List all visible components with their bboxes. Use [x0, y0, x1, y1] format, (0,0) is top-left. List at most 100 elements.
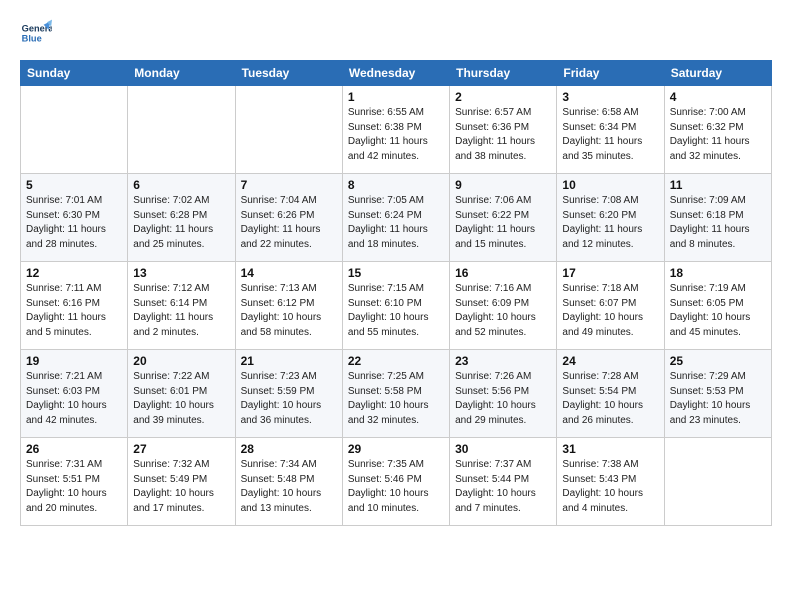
day-number: 30	[455, 442, 551, 456]
day-number: 18	[670, 266, 766, 280]
day-cell: 3 Sunrise: 6:58 AMSunset: 6:34 PMDaylight…	[557, 86, 664, 174]
day-number: 3	[562, 90, 658, 104]
day-number: 24	[562, 354, 658, 368]
day-number: 7	[241, 178, 337, 192]
day-number: 20	[133, 354, 229, 368]
day-info: Sunrise: 7:26 AMSunset: 5:56 PMDaylight:…	[455, 371, 536, 426]
day-info: Sunrise: 7:38 AMSunset: 5:43 PMDaylight:…	[562, 459, 643, 514]
day-number: 8	[348, 178, 444, 192]
day-number: 14	[241, 266, 337, 280]
day-info: Sunrise: 7:22 AMSunset: 6:01 PMDaylight:…	[133, 371, 214, 426]
day-info: Sunrise: 7:25 AMSunset: 5:58 PMDaylight:…	[348, 371, 429, 426]
week-row-2: 5 Sunrise: 7:01 AMSunset: 6:30 PMDaylight…	[21, 174, 772, 262]
day-number: 21	[241, 354, 337, 368]
day-number: 9	[455, 178, 551, 192]
day-number: 19	[26, 354, 122, 368]
day-number: 27	[133, 442, 229, 456]
day-cell: 10 Sunrise: 7:08 AMSunset: 6:20 PMDayligh…	[557, 174, 664, 262]
day-cell: 13 Sunrise: 7:12 AMSunset: 6:14 PMDayligh…	[128, 262, 235, 350]
day-cell: 23 Sunrise: 7:26 AMSunset: 5:56 PMDayligh…	[450, 350, 557, 438]
day-info: Sunrise: 7:06 AMSunset: 6:22 PMDaylight:…	[455, 195, 535, 250]
day-info: Sunrise: 7:29 AMSunset: 5:53 PMDaylight:…	[670, 371, 751, 426]
weekday-header-thursday: Thursday	[450, 61, 557, 86]
day-info: Sunrise: 7:28 AMSunset: 5:54 PMDaylight:…	[562, 371, 643, 426]
day-cell: 22 Sunrise: 7:25 AMSunset: 5:58 PMDayligh…	[342, 350, 449, 438]
day-number: 23	[455, 354, 551, 368]
day-cell: 14 Sunrise: 7:13 AMSunset: 6:12 PMDayligh…	[235, 262, 342, 350]
day-info: Sunrise: 7:21 AMSunset: 6:03 PMDaylight:…	[26, 371, 107, 426]
day-info: Sunrise: 6:55 AMSunset: 6:38 PMDaylight:…	[348, 107, 428, 162]
day-number: 10	[562, 178, 658, 192]
day-info: Sunrise: 6:57 AMSunset: 6:36 PMDaylight:…	[455, 107, 535, 162]
day-info: Sunrise: 7:37 AMSunset: 5:44 PMDaylight:…	[455, 459, 536, 514]
day-cell: 27Sunrise: 7:32 AMSunset: 5:49 PMDayligh…	[128, 438, 235, 526]
day-number: 15	[348, 266, 444, 280]
logo-icon: General Blue	[20, 18, 52, 50]
day-cell: 21 Sunrise: 7:23 AMSunset: 5:59 PMDayligh…	[235, 350, 342, 438]
day-cell: 20 Sunrise: 7:22 AMSunset: 6:01 PMDayligh…	[128, 350, 235, 438]
day-number: 26	[26, 442, 122, 456]
day-number: 12	[26, 266, 122, 280]
weekday-header-sunday: Sunday	[21, 61, 128, 86]
calendar: SundayMondayTuesdayWednesdayThursdayFrid…	[20, 60, 772, 526]
day-info: Sunrise: 7:08 AMSunset: 6:20 PMDaylight:…	[562, 195, 642, 250]
day-cell: 18 Sunrise: 7:19 AMSunset: 6:05 PMDayligh…	[664, 262, 771, 350]
day-cell: 4 Sunrise: 7:00 AMSunset: 6:32 PMDaylight…	[664, 86, 771, 174]
day-info: Sunrise: 7:02 AMSunset: 6:28 PMDaylight:…	[133, 195, 213, 250]
day-info: Sunrise: 7:05 AMSunset: 6:24 PMDaylight:…	[348, 195, 428, 250]
day-info: Sunrise: 7:15 AMSunset: 6:10 PMDaylight:…	[348, 283, 429, 338]
weekday-header-saturday: Saturday	[664, 61, 771, 86]
day-cell: 30 Sunrise: 7:37 AMSunset: 5:44 PMDayligh…	[450, 438, 557, 526]
day-number: 16	[455, 266, 551, 280]
day-cell: 12 Sunrise: 7:11 AMSunset: 6:16 PMDayligh…	[21, 262, 128, 350]
day-number: 1	[348, 90, 444, 104]
day-number: 28	[241, 442, 337, 456]
day-cell: 29 Sunrise: 7:35 AMSunset: 5:46 PMDayligh…	[342, 438, 449, 526]
day-cell: 16Sunrise: 7:16 AMSunset: 6:09 PMDayligh…	[450, 262, 557, 350]
day-number: 29	[348, 442, 444, 456]
day-info: Sunrise: 7:34 AMSunset: 5:48 PMDaylight:…	[241, 459, 322, 514]
day-info: Sunrise: 7:04 AMSunset: 6:26 PMDaylight:…	[241, 195, 321, 250]
day-info: Sunrise: 7:23 AMSunset: 5:59 PMDaylight:…	[241, 371, 322, 426]
day-number: 31	[562, 442, 658, 456]
day-cell: 28 Sunrise: 7:34 AMSunset: 5:48 PMDayligh…	[235, 438, 342, 526]
day-info: Sunrise: 7:35 AMSunset: 5:46 PMDaylight:…	[348, 459, 429, 514]
day-info: Sunrise: 7:11 AMSunset: 6:16 PMDaylight:…	[26, 283, 106, 338]
day-cell: 6Sunrise: 7:02 AMSunset: 6:28 PMDaylight…	[128, 174, 235, 262]
week-row-4: 19 Sunrise: 7:21 AMSunset: 6:03 PMDayligh…	[21, 350, 772, 438]
day-cell	[128, 86, 235, 174]
day-info: Sunrise: 7:18 AMSunset: 6:07 PMDaylight:…	[562, 283, 643, 338]
day-info: Sunrise: 7:31 AMSunset: 5:51 PMDaylight:…	[26, 459, 107, 514]
day-cell	[664, 438, 771, 526]
day-info: Sunrise: 7:19 AMSunset: 6:05 PMDaylight:…	[670, 283, 751, 338]
day-cell: 1 Sunrise: 6:55 AMSunset: 6:38 PMDaylight…	[342, 86, 449, 174]
day-cell: 5 Sunrise: 7:01 AMSunset: 6:30 PMDaylight…	[21, 174, 128, 262]
day-cell: 25 Sunrise: 7:29 AMSunset: 5:53 PMDayligh…	[664, 350, 771, 438]
svg-text:Blue: Blue	[22, 34, 42, 44]
day-cell: 17 Sunrise: 7:18 AMSunset: 6:07 PMDayligh…	[557, 262, 664, 350]
day-cell: 8 Sunrise: 7:05 AMSunset: 6:24 PMDaylight…	[342, 174, 449, 262]
day-info: Sunrise: 7:13 AMSunset: 6:12 PMDaylight:…	[241, 283, 322, 338]
week-row-1: 1 Sunrise: 6:55 AMSunset: 6:38 PMDaylight…	[21, 86, 772, 174]
day-info: Sunrise: 7:12 AMSunset: 6:14 PMDaylight:…	[133, 283, 213, 338]
day-number: 11	[670, 178, 766, 192]
day-cell: 15 Sunrise: 7:15 AMSunset: 6:10 PMDayligh…	[342, 262, 449, 350]
weekday-header-tuesday: Tuesday	[235, 61, 342, 86]
day-info: Sunrise: 7:00 AMSunset: 6:32 PMDaylight:…	[670, 107, 750, 162]
day-cell: 7 Sunrise: 7:04 AMSunset: 6:26 PMDaylight…	[235, 174, 342, 262]
week-row-5: 26 Sunrise: 7:31 AMSunset: 5:51 PMDayligh…	[21, 438, 772, 526]
day-number: 17	[562, 266, 658, 280]
day-number: 5	[26, 178, 122, 192]
day-cell: 19 Sunrise: 7:21 AMSunset: 6:03 PMDayligh…	[21, 350, 128, 438]
day-number: 25	[670, 354, 766, 368]
day-number: 13	[133, 266, 229, 280]
day-cell: 9 Sunrise: 7:06 AMSunset: 6:22 PMDaylight…	[450, 174, 557, 262]
day-number: 4	[670, 90, 766, 104]
day-cell: 2Sunrise: 6:57 AMSunset: 6:36 PMDaylight…	[450, 86, 557, 174]
weekday-header-monday: Monday	[128, 61, 235, 86]
day-info: Sunrise: 6:58 AMSunset: 6:34 PMDaylight:…	[562, 107, 642, 162]
day-cell: 24 Sunrise: 7:28 AMSunset: 5:54 PMDayligh…	[557, 350, 664, 438]
day-cell	[235, 86, 342, 174]
day-info: Sunrise: 7:01 AMSunset: 6:30 PMDaylight:…	[26, 195, 106, 250]
day-number: 22	[348, 354, 444, 368]
